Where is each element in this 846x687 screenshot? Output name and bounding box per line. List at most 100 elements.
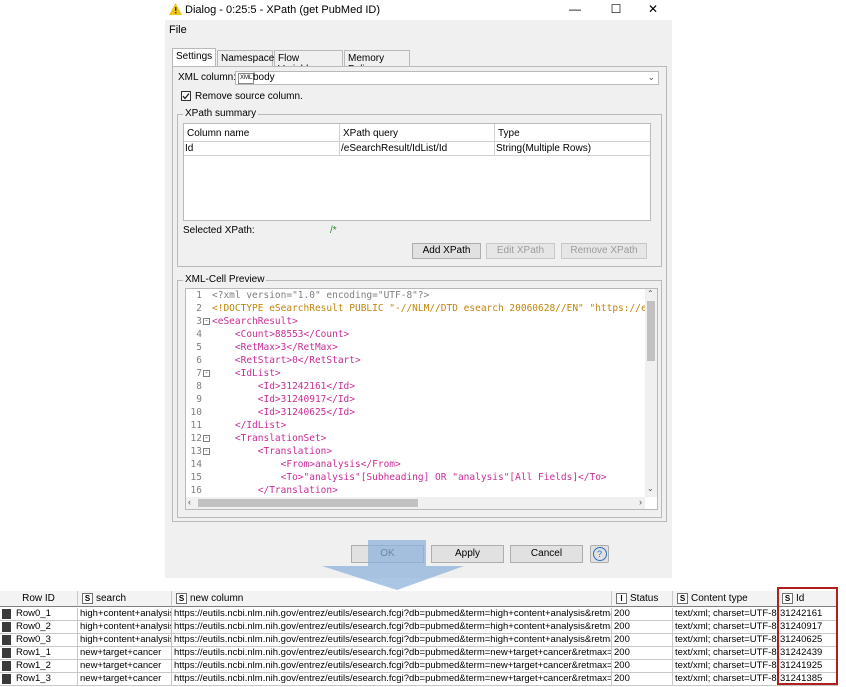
table-row-cell[interactable]: Row0_3 [0, 634, 78, 647]
maximize-button[interactable]: ☐ [606, 2, 626, 18]
chevron-down-icon: ⌄ [647, 72, 655, 82]
edit-xpath-button[interactable]: Edit XPath [486, 243, 555, 259]
table-row-cell[interactable]: new+target+cancer [78, 647, 172, 660]
fold-toggle-icon[interactable]: - [203, 370, 210, 377]
column-header-column-name[interactable]: Column name [184, 124, 340, 142]
table-row-cell[interactable]: high+content+analysis [78, 634, 172, 647]
line-number: 7 [196, 368, 202, 379]
scrollbar-thumb[interactable] [198, 499, 418, 507]
scrollbar-thumb[interactable] [647, 301, 655, 361]
xpath-dialog: Dialog - 0:25:5 - XPath (get PubMed ID) … [165, 0, 672, 578]
table-row-cell[interactable]: new+target+cancer [78, 660, 172, 673]
table-row-cell[interactable]: text/xml; charset=UTF-8 [673, 634, 778, 647]
tab-memory-policy[interactable]: Memory Policy [344, 50, 410, 75]
scroll-down-icon[interactable]: ⌄ [647, 484, 654, 493]
table-row-cell[interactable]: text/xml; charset=UTF-8 [673, 673, 778, 686]
table-row-cell[interactable]: text/xml; charset=UTF-8 [673, 621, 778, 634]
table-row-cell[interactable]: https://eutils.ncbi.nlm.nih.gov/entrez/e… [172, 660, 612, 673]
header-label: Content type [691, 593, 748, 604]
table-cell: 200 [614, 647, 630, 658]
table-cell[interactable]: String(Multiple Rows) [495, 142, 650, 156]
table-row-cell[interactable]: 200 [612, 634, 673, 647]
remove-xpath-button[interactable]: Remove XPath [561, 243, 647, 259]
code-text: <eSearchResult> [212, 316, 298, 327]
table-row-cell[interactable]: https://eutils.ncbi.nlm.nih.gov/entrez/e… [172, 647, 612, 660]
line-number: 16 [190, 485, 202, 496]
table-cell[interactable]: Id [184, 142, 340, 156]
line-number: 15 [190, 472, 202, 483]
table-cell[interactable]: /eSearchResult/IdList/Id [340, 142, 495, 156]
line-number: 4 [196, 329, 202, 340]
result-column-header[interactable]: Ssearch [78, 591, 172, 607]
row-marker-icon [2, 661, 11, 671]
result-column-header[interactable]: Row ID [0, 591, 78, 607]
table-row-cell[interactable]: https://eutils.ncbi.nlm.nih.gov/entrez/e… [172, 608, 612, 621]
table-row-cell[interactable]: text/xml; charset=UTF-8 [673, 660, 778, 673]
remove-source-checkbox[interactable] [181, 91, 191, 101]
add-xpath-button[interactable]: Add XPath [412, 243, 481, 259]
result-column-header[interactable]: Snew column [172, 591, 612, 607]
cancel-button[interactable]: Cancel [510, 545, 583, 563]
scroll-up-icon[interactable]: ⌃ [647, 289, 654, 298]
code-line: 13- <Translation> [186, 446, 657, 459]
table-row-cell[interactable]: 200 [612, 621, 673, 634]
column-header-type[interactable]: Type [495, 124, 650, 142]
table-row-cell[interactable]: Row1_2 [0, 660, 78, 673]
table-row-cell[interactable]: 200 [612, 647, 673, 660]
code-text: <Translation> [212, 446, 333, 457]
code-line: 7- <IdList> [186, 368, 657, 381]
scroll-left-icon[interactable]: ‹ [188, 497, 191, 507]
table-row-cell[interactable]: https://eutils.ncbi.nlm.nih.gov/entrez/e… [172, 621, 612, 634]
table-row-cell[interactable]: high+content+analysis [78, 621, 172, 634]
table-row-cell[interactable]: high+content+analysis [78, 608, 172, 621]
table-row-cell[interactable]: https://eutils.ncbi.nlm.nih.gov/entrez/e… [172, 673, 612, 686]
result-table[interactable]: Row ID Ssearch Snew column I Status S Content … [0, 591, 846, 687]
table-row-cell[interactable]: text/xml; charset=UTF-8 [673, 608, 778, 621]
table-row-cell[interactable]: Row0_1 [0, 608, 78, 621]
table-cell: new+target+cancer [80, 673, 162, 684]
scroll-right-icon[interactable]: › [639, 497, 642, 507]
table-row-cell[interactable]: 200 [612, 608, 673, 621]
table-row-cell[interactable]: Row1_1 [0, 647, 78, 660]
vertical-scrollbar[interactable]: ⌃ ⌄ [645, 289, 657, 497]
xpath-summary-table[interactable]: Column name XPath query Type Id /eSearch… [183, 123, 651, 221]
table-row-cell[interactable]: 200 [612, 673, 673, 686]
code-text: <Count>88553</Count> [212, 329, 350, 340]
code-line: 9 <Id>31240917</Id> [186, 394, 657, 407]
menu-file[interactable]: File [169, 24, 187, 36]
horizontal-scrollbar[interactable]: ‹ › [186, 497, 645, 509]
table-row-cell[interactable]: new+target+cancer [78, 673, 172, 686]
selected-xpath-value: /* [330, 225, 337, 236]
warning-icon [169, 3, 182, 15]
row-marker-icon [2, 635, 11, 645]
line-number: 11 [190, 420, 202, 431]
tab-flow-variables[interactable]: Flow Variables [274, 50, 343, 75]
close-button[interactable]: ✕ [643, 2, 663, 18]
result-column-header[interactable]: I Status [612, 591, 673, 607]
result-column-header[interactable]: S Content type [673, 591, 778, 607]
code-text: <?xml version="1.0" encoding="UTF-8"?> [212, 290, 430, 301]
xml-column-select[interactable]: XML body ⌄ [235, 71, 659, 85]
tab-settings[interactable]: Settings [172, 48, 216, 67]
code-text: <Id>31240917</Id> [212, 394, 355, 405]
table-row-cell[interactable]: Row1_3 [0, 673, 78, 686]
minimize-button[interactable]: — [565, 2, 585, 18]
code-line: 11 </IdList> [186, 420, 657, 433]
table-row-cell[interactable]: 200 [612, 660, 673, 673]
fold-toggle-icon[interactable]: - [203, 448, 210, 455]
table-row-cell[interactable]: text/xml; charset=UTF-8 [673, 647, 778, 660]
table-cell: high+content+analysis [80, 621, 172, 632]
help-button[interactable]: ? [590, 545, 609, 563]
xml-preview-editor[interactable]: 1 <?xml version="1.0" encoding="UTF-8"?> 2… [185, 288, 658, 510]
tab-namespace[interactable]: Namespace [217, 50, 274, 66]
code-line: 3- <eSearchResult> [186, 316, 657, 329]
table-cell: 200 [614, 634, 630, 645]
line-number: 8 [196, 381, 202, 392]
code-text: <Id>31240625</Id> [212, 407, 355, 418]
table-row-cell[interactable]: Row0_2 [0, 621, 78, 634]
column-header-xpath-query[interactable]: XPath query [340, 124, 495, 142]
table-cell: Row0_3 [16, 634, 51, 645]
fold-toggle-icon[interactable]: - [203, 318, 210, 325]
table-row-cell[interactable]: https://eutils.ncbi.nlm.nih.gov/entrez/e… [172, 634, 612, 647]
fold-toggle-icon[interactable]: - [203, 435, 210, 442]
